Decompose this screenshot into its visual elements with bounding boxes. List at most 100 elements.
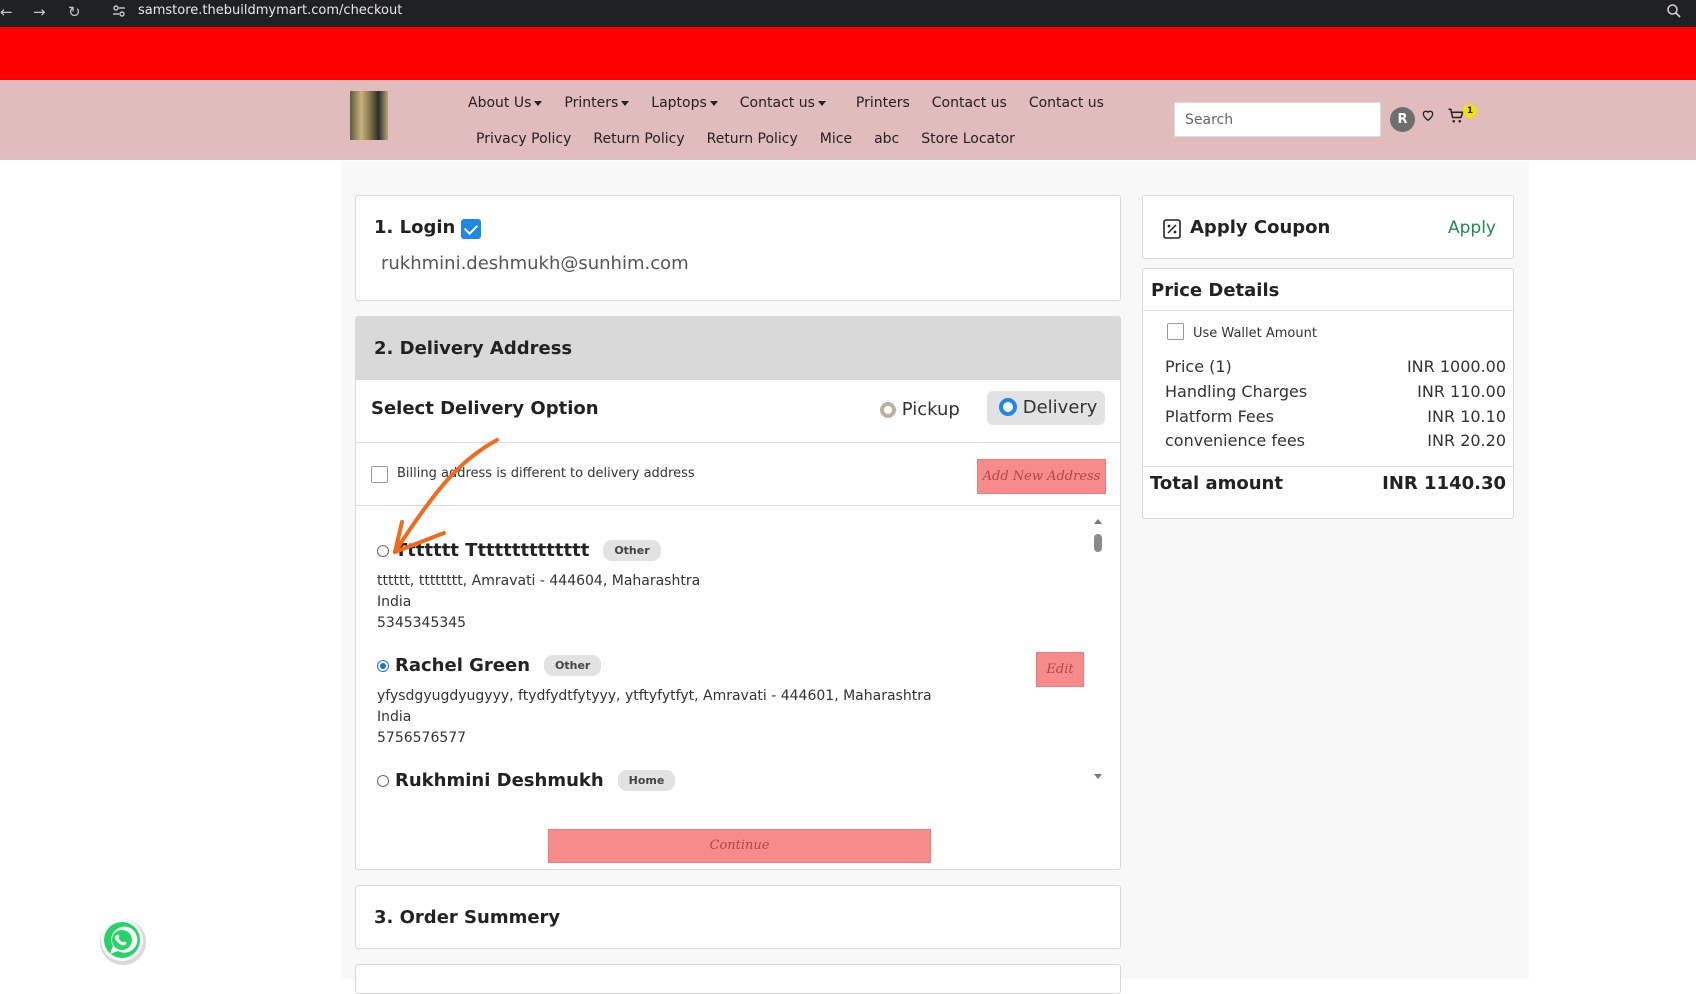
price-value: INR 1000.00 (1406, 357, 1506, 376)
menu-about-us[interactable]: About Us (468, 95, 543, 111)
platform-fees-row: Platform Fees INR 10.10 (1165, 407, 1506, 426)
chevron-down-icon (817, 100, 826, 106)
address-line: yfysdgyugdyugyyy, ftydfydtfytyyy, ytftyf… (377, 688, 932, 704)
store-logo[interactable] (350, 91, 388, 140)
address-country: India (377, 594, 412, 610)
convenience-fees-row: convenience fees INR 20.20 (1165, 431, 1506, 450)
address-radio[interactable] (377, 659, 389, 672)
handling-charges-label: Handling Charges (1165, 382, 1308, 401)
address-details: yfysdgyugdyugyyy, ftydfydtfytyyy, ytftyf… (377, 686, 932, 749)
price-details-title: Price Details (1151, 280, 1280, 301)
add-new-address-button[interactable]: Add New Address (977, 459, 1106, 494)
delivery-address-section: 2. Delivery Address Select Delivery Opti… (355, 316, 1121, 870)
login-title: 1. Login (374, 217, 456, 238)
login-section: 1. Login rukhmini.deshmukh@sunhim.com (355, 195, 1121, 301)
use-wallet-label: Use Wallet Amount (1193, 326, 1317, 341)
order-summary-title: 3. Order Summery (374, 907, 561, 928)
address-tag: Other (603, 540, 661, 561)
address-details: tttttt, tttttttt, Amravati - 444604, Mah… (377, 571, 700, 634)
menu-store-locator[interactable]: Store Locator (921, 131, 1015, 147)
address-bar[interactable]: samstore.thebuildmymart.com/checkout (138, 3, 402, 18)
address-phone: 5756576577 (377, 730, 467, 746)
heart-icon[interactable] (1421, 108, 1435, 122)
menu-privacy-policy[interactable]: Privacy Policy (476, 131, 571, 147)
menu-printers[interactable]: Printers (564, 95, 630, 111)
menu-return-policy[interactable]: Return Policy (593, 131, 684, 147)
main-menu-row-2: Privacy Policy Return Policy Return Poli… (476, 131, 1037, 147)
address-line: tttttt, tttttttt, Amravati - 444604, Mah… (377, 573, 701, 589)
address-country: India (377, 709, 412, 725)
delivery-label: Delivery (1022, 397, 1098, 418)
delivery-option-label: Select Delivery Option (371, 398, 599, 419)
pickup-label: Pickup (901, 399, 960, 420)
next-section (355, 964, 1121, 994)
pickup-radio[interactable] (880, 402, 896, 418)
address-tag: Home (617, 770, 676, 791)
arrow-left-icon[interactable]: ← (0, 3, 13, 21)
menu-laptops[interactable]: Laptops (651, 95, 718, 111)
delivery-option[interactable]: Delivery (987, 391, 1105, 425)
platform-fees-value: INR 10.10 (1427, 407, 1506, 426)
chevron-down-icon (621, 100, 630, 106)
cart-count-badge: 1 (1463, 104, 1477, 118)
menu-contact-us[interactable]: Contact us (740, 95, 826, 111)
search-input[interactable] (1174, 102, 1381, 137)
site-settings-icon[interactable] (112, 4, 126, 18)
list-item[interactable]: Rukhmini Deshmukh Home (377, 770, 676, 791)
order-summary-section[interactable]: 3. Order Summery (355, 885, 1121, 949)
zoom-icon[interactable] (1666, 3, 1682, 19)
delivery-radio[interactable] (999, 397, 1017, 416)
login-email: rukhmini.deshmukh@sunhim.com (381, 253, 689, 274)
list-item[interactable]: Rachel Green Other (377, 655, 602, 676)
platform-fees-label: Platform Fees (1165, 407, 1274, 426)
price-details-header: Price Details (1143, 269, 1513, 311)
convenience-fees-value: INR 20.20 (1427, 431, 1506, 450)
menu-return-policy-2[interactable]: Return Policy (707, 131, 798, 147)
total-amount-value: INR 1140.30 (1382, 473, 1506, 494)
main-menu-row-1: About Us Printers Laptops Contact us Pri… (468, 95, 1126, 111)
menu-contact-us-2[interactable]: Contact us (932, 95, 1007, 111)
menu-abc[interactable]: abc (874, 131, 899, 147)
total-amount-label: Total amount (1150, 473, 1283, 494)
address-tag: Other (544, 655, 602, 676)
avatar[interactable]: R (1390, 107, 1415, 132)
pickup-option[interactable]: Pickup (880, 399, 960, 420)
convenience-fees-label: convenience fees (1165, 431, 1305, 450)
price-row: Price (1) INR 1000.00 (1165, 357, 1506, 376)
check-icon (461, 218, 482, 239)
total-amount-row: Total amount INR 1140.30 (1150, 473, 1506, 494)
menu-contact-us-3[interactable]: Contact us (1029, 95, 1104, 111)
address-scrollbar[interactable] (1093, 519, 1103, 779)
handling-charges-row: Handling Charges INR 110.00 (1165, 382, 1506, 401)
arrow-right-icon[interactable]: → (33, 3, 46, 21)
apply-coupon-title: Apply Coupon (1190, 217, 1331, 238)
reload-icon[interactable]: ↻ (68, 3, 81, 21)
address-name: Rachel Green (395, 655, 531, 676)
menu-printers-2[interactable]: Printers (856, 95, 910, 111)
edit-address-button[interactable]: Edit (1036, 652, 1084, 687)
delivery-header: 2. Delivery Address (356, 317, 1120, 380)
annotation-arrow-icon (393, 438, 499, 554)
address-name: Rukhmini Deshmukh (395, 770, 604, 791)
chevron-down-icon (709, 100, 718, 106)
address-phone: 5345345345 (377, 615, 467, 631)
top-banner (0, 27, 1696, 80)
scroll-thumb[interactable] (1094, 534, 1102, 552)
address-radio[interactable] (377, 774, 389, 787)
site-header: About Us Printers Laptops Contact us Pri… (0, 80, 1696, 160)
apply-coupon-section: Apply Coupon Apply (1142, 195, 1514, 259)
divider (1143, 466, 1513, 467)
use-wallet-checkbox[interactable] (1167, 323, 1184, 340)
whatsapp-icon[interactable] (98, 916, 148, 966)
price-label: Price (1) (1165, 357, 1232, 376)
continue-button[interactable]: Continue (548, 829, 931, 863)
coupon-icon (1163, 219, 1181, 239)
delivery-title: 2. Delivery Address (374, 338, 573, 359)
scroll-down-icon[interactable] (1094, 774, 1102, 779)
menu-mice[interactable]: Mice (820, 131, 852, 147)
scroll-up-icon[interactable] (1094, 519, 1102, 524)
apply-coupon-link[interactable]: Apply (1448, 218, 1496, 238)
handling-charges-value: INR 110.00 (1417, 382, 1506, 401)
chevron-down-icon (534, 100, 543, 106)
browser-toolbar: ← → ↻ samstore.thebuildmymart.com/checko… (0, 0, 1696, 27)
